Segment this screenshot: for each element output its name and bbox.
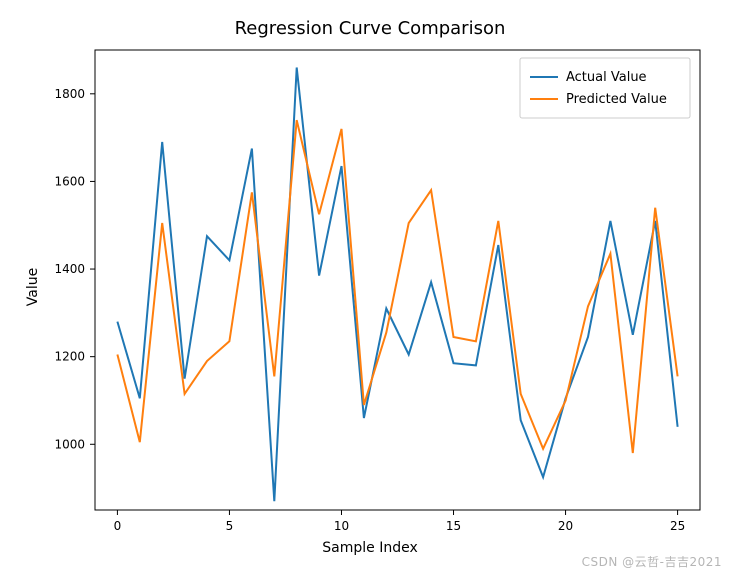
series-line-0 [117, 68, 677, 502]
chart-container: Regression Curve Comparison Value Sample… [0, 0, 740, 574]
series-line-1 [117, 120, 677, 453]
svg-text:0: 0 [114, 519, 122, 533]
chart-svg: 0 5 10 15 20 25 1000 1200 1400 1600 1800 Actual Val… [0, 0, 740, 574]
legend-label-1: Predicted Value [566, 92, 667, 107]
svg-text:10: 10 [334, 519, 349, 533]
svg-text:5: 5 [226, 519, 234, 533]
legend-box [520, 58, 690, 118]
svg-text:20: 20 [558, 519, 573, 533]
svg-text:1600: 1600 [54, 174, 85, 188]
svg-text:1800: 1800 [54, 87, 85, 101]
svg-text:15: 15 [446, 519, 461, 533]
svg-text:1400: 1400 [54, 262, 85, 276]
svg-text:25: 25 [670, 519, 685, 533]
svg-text:1000: 1000 [54, 437, 85, 451]
svg-text:1200: 1200 [54, 350, 85, 364]
legend-label-0: Actual Value [566, 70, 647, 85]
watermark-text: CSDN @云哲-吉吉2021 [582, 553, 722, 570]
y-axis-label: Value [25, 268, 41, 306]
chart-title: Regression Curve Comparison [0, 18, 740, 39]
